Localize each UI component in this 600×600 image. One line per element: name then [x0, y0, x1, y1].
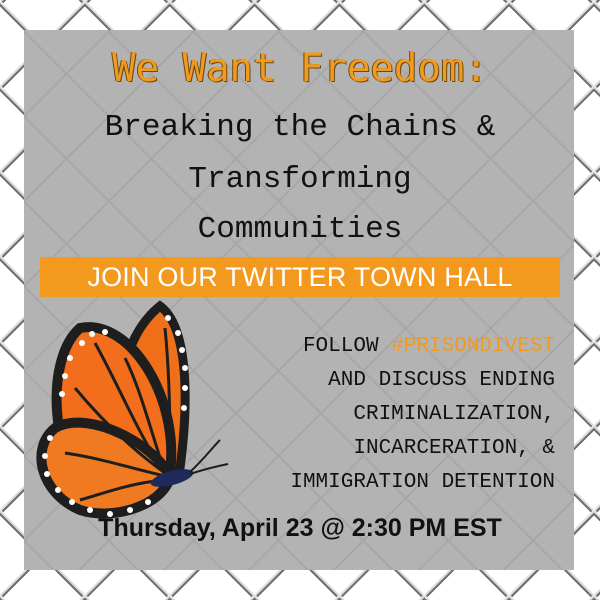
- body-line-2: CRIMINALIZATION,: [353, 403, 555, 426]
- subtitle-line-1: Breaking the Chains &: [104, 110, 496, 145]
- event-date: Thursday, April 23 @ 2:30 PM EST: [98, 514, 502, 542]
- body-line-4: IMMIGRATION DETENTION: [290, 471, 555, 494]
- body-line-3: INCARCERATION, &: [353, 437, 555, 460]
- body-line-1: AND DISCUSS ENDING: [328, 369, 555, 392]
- follow-prefix: FOLLOW: [302, 335, 392, 358]
- follow-line: FOLLOW #PRISONDIVEST: [195, 330, 555, 364]
- subtitle-line-2: Transforming: [188, 162, 412, 197]
- poster-title: We Want Freedom:: [112, 46, 488, 91]
- call-to-action-text: FOLLOW #PRISONDIVEST AND DISCUSS ENDING …: [195, 330, 555, 500]
- hashtag: #PRISONDIVEST: [391, 335, 555, 358]
- subtitle-line-3: Communities: [197, 212, 403, 247]
